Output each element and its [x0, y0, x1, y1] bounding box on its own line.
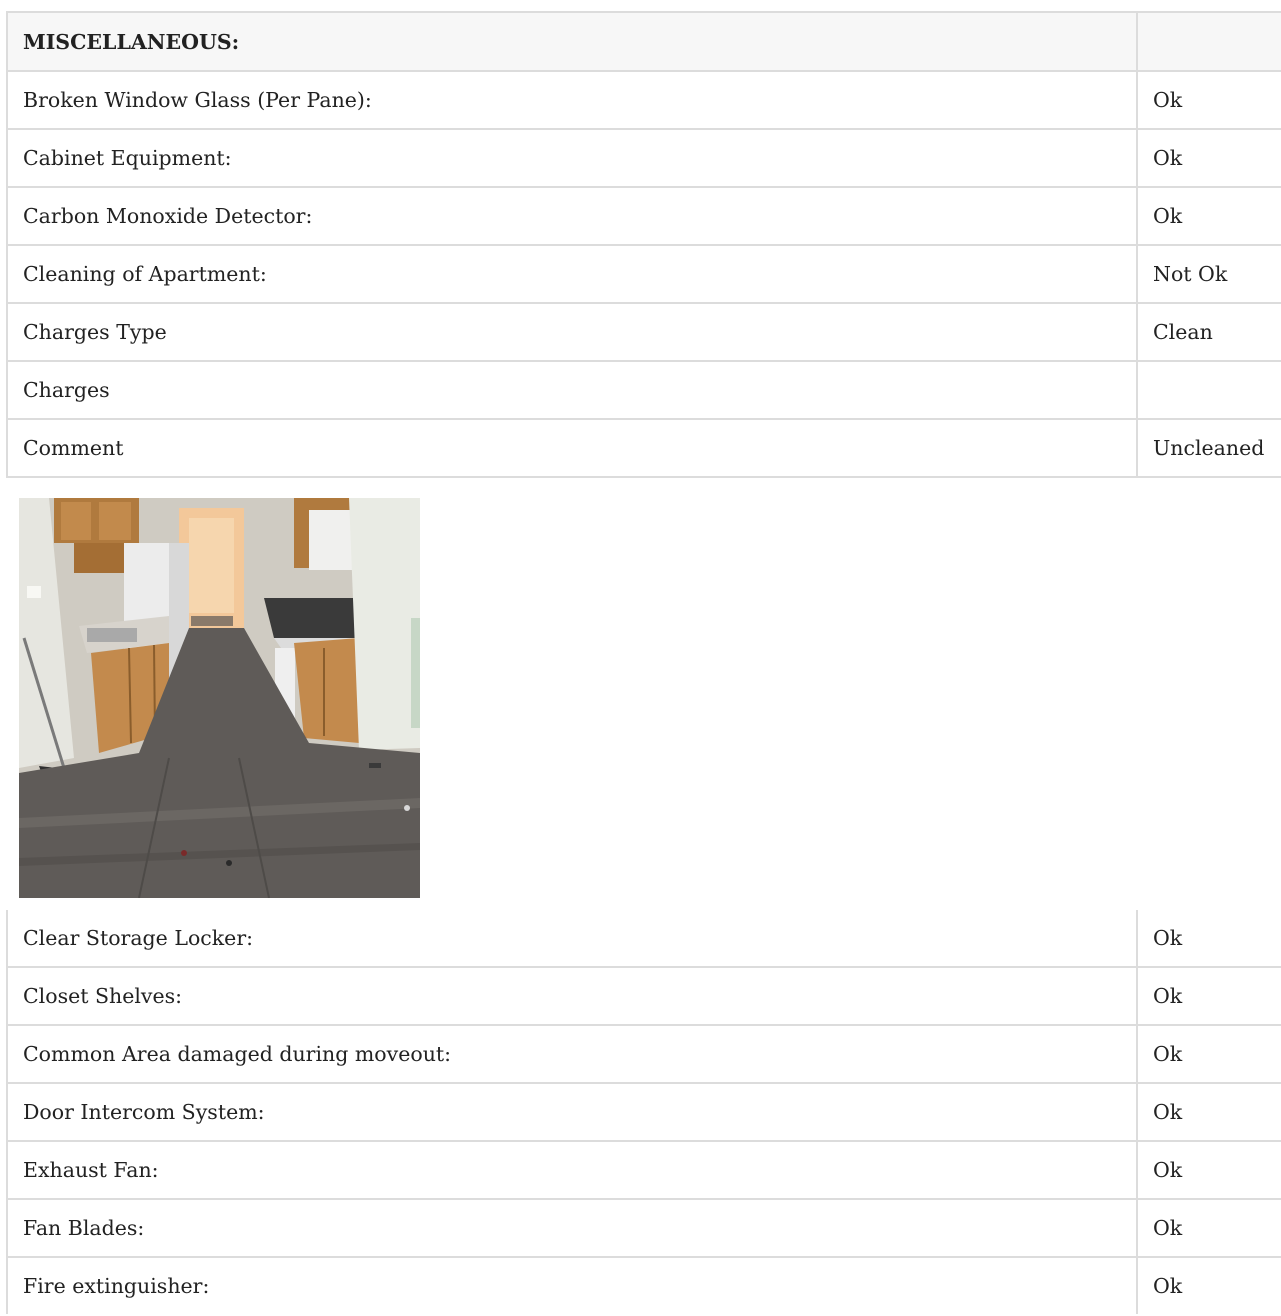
row-label: Charges Type — [6, 302, 1138, 362]
row-label: Cabinet Equipment: — [6, 128, 1138, 188]
table-row: Clear Storage Locker: Ok — [6, 910, 1281, 968]
row-label: Fan Blades: — [6, 1198, 1138, 1258]
row-value: Ok — [1137, 910, 1281, 968]
row-value — [1137, 360, 1281, 420]
row-label: Fire extinguisher: — [6, 1256, 1138, 1314]
row-label: Charges — [6, 360, 1138, 420]
section-header-value — [1137, 11, 1281, 72]
row-value: Uncleaned — [1137, 418, 1281, 478]
row-value: Ok — [1137, 1198, 1281, 1258]
row-label: Exhaust Fan: — [6, 1140, 1138, 1200]
kitchen-photo[interactable] — [19, 498, 420, 898]
row-label: Comment — [6, 418, 1138, 478]
section-title: MISCELLANEOUS: — [6, 11, 1138, 72]
table-row: Cleaning of Apartment: Not Ok — [6, 244, 1281, 304]
table-row: Charges — [6, 360, 1281, 420]
kitchen-photo-image — [19, 498, 420, 898]
row-label: Clear Storage Locker: — [6, 910, 1138, 968]
table-row: Door Intercom System: Ok — [6, 1082, 1281, 1142]
row-value: Ok — [1137, 1256, 1281, 1314]
row-value: Ok — [1137, 1082, 1281, 1142]
row-value: Ok — [1137, 70, 1281, 130]
table-row: Comment Uncleaned — [6, 418, 1281, 478]
section-header-row: MISCELLANEOUS: — [6, 11, 1281, 72]
table-row: Cabinet Equipment: Ok — [6, 128, 1281, 188]
table-row: Fire extinguisher: Ok — [6, 1256, 1281, 1314]
row-value: Clean — [1137, 302, 1281, 362]
table-row: Exhaust Fan: Ok — [6, 1140, 1281, 1200]
row-label: Cleaning of Apartment: — [6, 244, 1138, 304]
table-row: Fan Blades: Ok — [6, 1198, 1281, 1258]
table-row: Carbon Monoxide Detector: Ok — [6, 186, 1281, 246]
row-label: Broken Window Glass (Per Pane): — [6, 70, 1138, 130]
row-label: Closet Shelves: — [6, 966, 1138, 1026]
row-value: Ok — [1137, 966, 1281, 1026]
row-value: Ok — [1137, 128, 1281, 188]
row-value: Not Ok — [1137, 244, 1281, 304]
miscellaneous-table-continued: Clear Storage Locker: Ok Closet Shelves:… — [6, 910, 1281, 1314]
row-value: Ok — [1137, 1024, 1281, 1084]
miscellaneous-table: MISCELLANEOUS: Broken Window Glass (Per … — [6, 11, 1281, 478]
table-row: Common Area damaged during moveout: Ok — [6, 1024, 1281, 1084]
inspection-page: MISCELLANEOUS: Broken Window Glass (Per … — [0, 0, 1281, 1316]
table-row: Closet Shelves: Ok — [6, 966, 1281, 1026]
table-row: Charges Type Clean — [6, 302, 1281, 362]
row-label: Common Area damaged during moveout: — [6, 1024, 1138, 1084]
row-value: Ok — [1137, 1140, 1281, 1200]
table-row: Broken Window Glass (Per Pane): Ok — [6, 70, 1281, 130]
row-label: Carbon Monoxide Detector: — [6, 186, 1138, 246]
row-label: Door Intercom System: — [6, 1082, 1138, 1142]
row-value: Ok — [1137, 186, 1281, 246]
